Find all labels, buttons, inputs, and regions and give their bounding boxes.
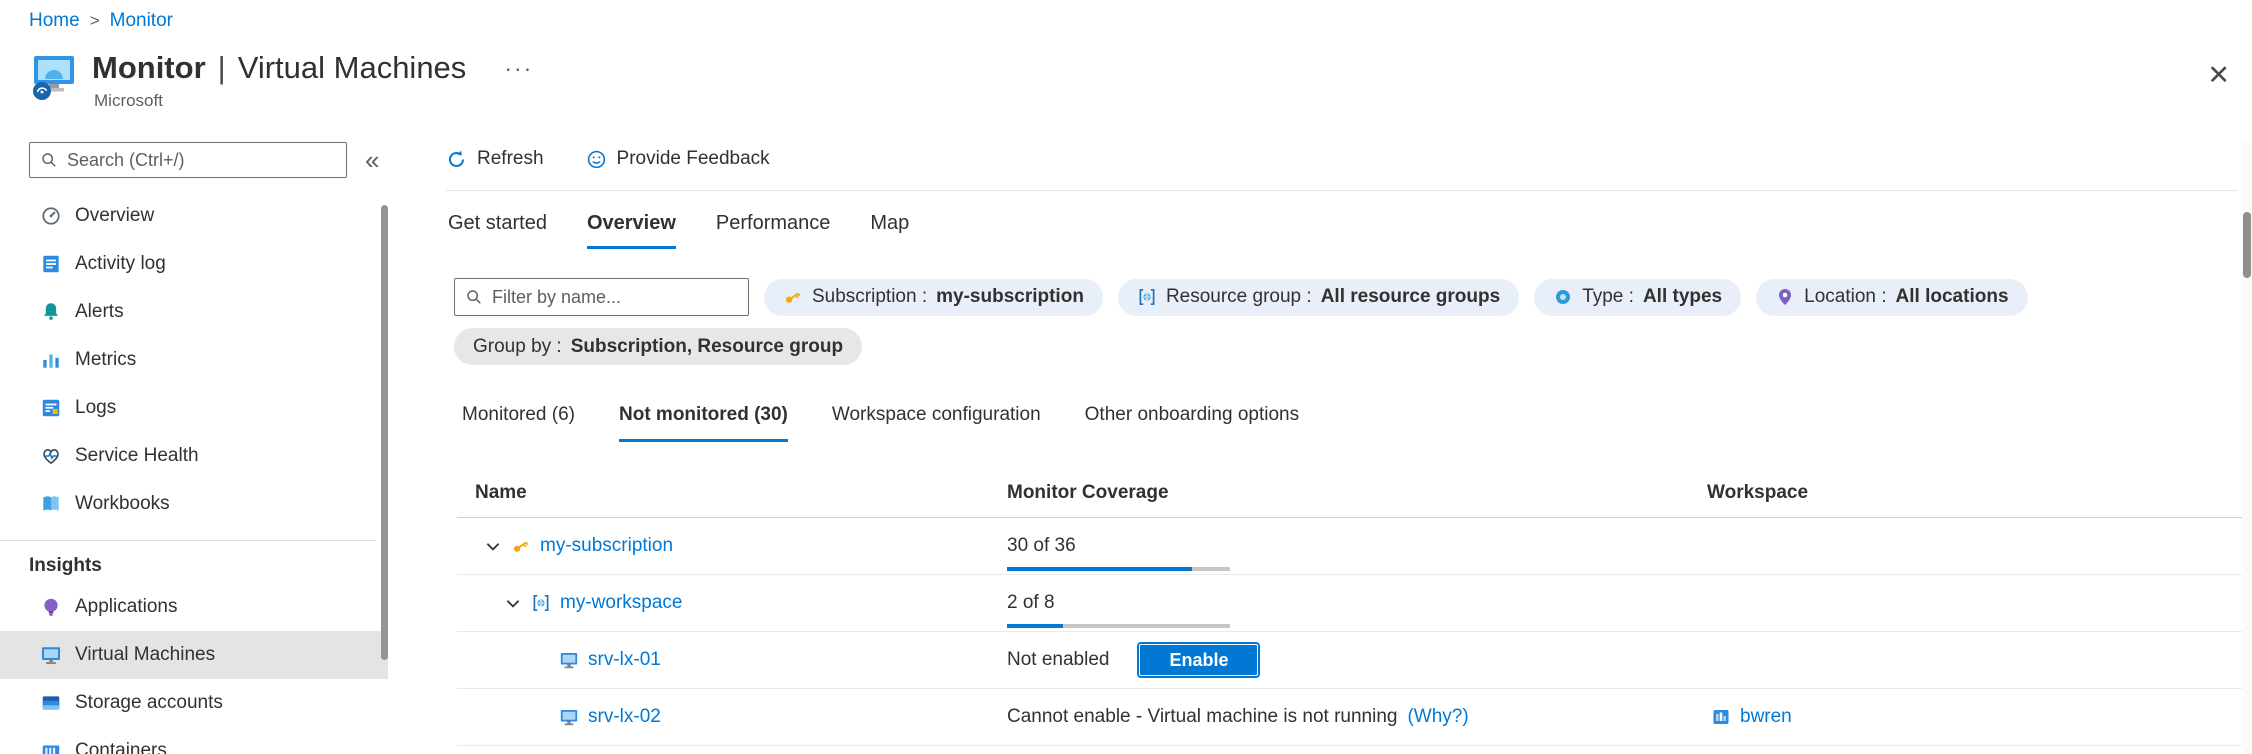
resource-group-link[interactable]: my-workspace xyxy=(560,592,682,614)
sidebar-item-metrics[interactable]: Metrics xyxy=(0,336,388,384)
tab-get-started[interactable]: Get started xyxy=(448,212,547,249)
sidebar-item-storage-accounts[interactable]: Storage accounts xyxy=(0,679,388,727)
type-icon xyxy=(1553,287,1573,307)
breadcrumb: Home > Monitor xyxy=(29,10,173,32)
table-row-subscription: my-subscription 30 of 36 xyxy=(457,518,2243,575)
breadcrumb-monitor-link[interactable]: Monitor xyxy=(110,10,173,32)
metrics-icon xyxy=(40,349,62,371)
vm-table: Name Monitor Coverage Workspace my-subsc… xyxy=(457,468,2243,746)
containers-icon xyxy=(40,740,62,754)
subtab-workspace-configuration[interactable]: Workspace configuration xyxy=(832,404,1041,442)
subscription-link[interactable]: my-subscription xyxy=(540,535,673,557)
command-bar-divider xyxy=(446,190,2238,191)
search-icon xyxy=(465,288,483,306)
key-icon xyxy=(783,287,803,307)
table-row-vm-1: srv-lx-01 Not enabled Enable xyxy=(457,632,2243,689)
why-link[interactable]: (Why?) xyxy=(1407,706,1468,728)
overview-icon xyxy=(40,205,62,227)
virtual-machine-icon xyxy=(559,707,579,727)
table-header: Name Monitor Coverage Workspace xyxy=(457,468,2243,518)
coverage-text: 2 of 8 xyxy=(1007,592,1055,614)
refresh-button[interactable]: Refresh xyxy=(446,148,544,170)
provide-feedback-button[interactable]: Provide Feedback xyxy=(586,148,770,170)
coverage-progress-bar xyxy=(1007,567,1230,571)
coverage-text: 30 of 36 xyxy=(1007,535,1076,557)
chevron-down-icon[interactable] xyxy=(484,537,502,555)
column-header-workspace: Workspace xyxy=(1707,482,2243,504)
sidebar-search-input[interactable] xyxy=(67,150,336,171)
page-scrollbar-thumb[interactable] xyxy=(2243,212,2251,278)
sidebar-item-service-health[interactable]: Service Health xyxy=(0,432,388,480)
service-health-icon xyxy=(40,445,62,467)
sidebar-item-overview[interactable]: Overview xyxy=(0,192,388,240)
workspace-icon xyxy=(1711,707,1731,727)
tab-performance[interactable]: Performance xyxy=(716,212,831,249)
subtab-other-onboarding-options[interactable]: Other onboarding options xyxy=(1085,404,1299,442)
tab-map[interactable]: Map xyxy=(870,212,909,249)
title-separator: | xyxy=(218,50,226,86)
applications-icon xyxy=(40,596,62,618)
insights-section-title: Insights xyxy=(0,540,376,577)
sidebar: « Overview Activity log Alerts Metrics L… xyxy=(0,130,388,754)
sidebar-item-activity-log[interactable]: Activity log xyxy=(0,240,388,288)
sidebar-item-alerts[interactable]: Alerts xyxy=(0,288,388,336)
status-text: Cannot enable - Virtual machine is not r… xyxy=(1007,706,1397,728)
command-bar: Refresh Provide Feedback xyxy=(446,148,770,170)
main-content: Refresh Provide Feedback Get started Ove… xyxy=(446,0,2252,754)
page-title: Monitor xyxy=(92,50,206,86)
breadcrumb-separator-icon: > xyxy=(90,11,100,31)
tab-overview[interactable]: Overview xyxy=(587,212,676,249)
resource-group-filter-pill[interactable]: Resource group : All resource groups xyxy=(1118,279,1519,316)
main-tabs: Get started Overview Performance Map xyxy=(448,212,909,249)
storage-accounts-icon xyxy=(40,692,62,714)
location-pin-icon xyxy=(1775,287,1795,307)
subtab-monitored[interactable]: Monitored (6) xyxy=(462,404,575,442)
virtual-machine-icon xyxy=(559,650,579,670)
search-icon xyxy=(40,151,58,169)
sidebar-nav: Overview Activity log Alerts Metrics Log… xyxy=(0,192,388,754)
refresh-icon xyxy=(446,149,467,170)
sidebar-item-workbooks[interactable]: Workbooks xyxy=(0,480,388,528)
group-by-bar: Group by : Subscription, Resource group xyxy=(454,328,862,365)
table-row-workspace-group: my-workspace 2 of 8 xyxy=(457,575,2243,632)
coverage-progress-bar xyxy=(1007,624,1230,628)
table-row-vm-2: srv-lx-02 Cannot enable - Virtual machin… xyxy=(457,689,2243,746)
type-filter-pill[interactable]: Type : All types xyxy=(1534,279,1741,316)
workspace-link[interactable]: bwren xyxy=(1740,706,1792,728)
enable-button[interactable]: Enable xyxy=(1139,644,1258,676)
sidebar-item-virtual-machines[interactable]: Virtual Machines xyxy=(0,631,388,679)
sidebar-item-logs[interactable]: Logs xyxy=(0,384,388,432)
subscription-filter-pill[interactable]: Subscription : my-subscription xyxy=(764,279,1103,316)
alerts-icon xyxy=(40,301,62,323)
column-header-name: Name xyxy=(457,482,1007,504)
feedback-smiley-icon xyxy=(586,149,607,170)
vm-insights-icon xyxy=(30,54,76,104)
resource-group-icon xyxy=(1137,287,1157,307)
resource-group-icon xyxy=(531,593,551,613)
vm-link[interactable]: srv-lx-01 xyxy=(588,649,661,671)
workbooks-icon xyxy=(40,493,62,515)
breadcrumb-home-link[interactable]: Home xyxy=(29,10,80,32)
subtab-not-monitored[interactable]: Not monitored (30) xyxy=(619,404,788,442)
name-filter-box xyxy=(454,278,749,316)
vm-link[interactable]: srv-lx-02 xyxy=(588,706,661,728)
chevron-down-icon[interactable] xyxy=(504,594,522,612)
status-text: Not enabled xyxy=(1007,649,1109,671)
location-filter-pill[interactable]: Location : All locations xyxy=(1756,279,2027,316)
page-subtitle-section: Virtual Machines xyxy=(238,50,467,86)
monitoring-subtabs: Monitored (6) Not monitored (30) Workspa… xyxy=(462,404,1299,442)
sidebar-scrollbar[interactable] xyxy=(381,205,388,660)
group-by-pill[interactable]: Group by : Subscription, Resource group xyxy=(454,328,862,365)
subscription-key-icon xyxy=(511,536,531,556)
filter-bar: Subscription : my-subscription Resource … xyxy=(454,278,2028,316)
virtual-machines-icon xyxy=(40,644,62,666)
logs-icon xyxy=(40,397,62,419)
name-filter-input[interactable] xyxy=(492,287,738,308)
sidebar-searchbox xyxy=(29,142,347,178)
column-header-monitor-coverage: Monitor Coverage xyxy=(1007,482,1707,504)
activity-log-icon xyxy=(40,253,62,275)
sidebar-collapse-button[interactable]: « xyxy=(365,147,379,173)
sidebar-item-containers[interactable]: Containers xyxy=(0,727,388,754)
sidebar-item-applications[interactable]: Applications xyxy=(0,583,388,631)
